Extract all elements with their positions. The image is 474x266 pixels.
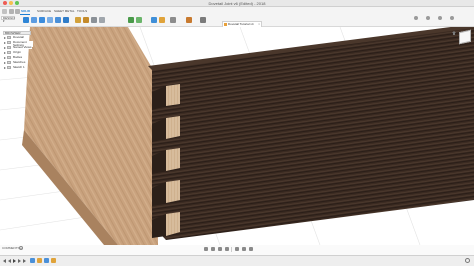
comments-label[interactable]: COMMENTS [2,247,20,250]
previous-step-icon[interactable] [8,259,11,263]
tab-sheet-metal[interactable]: SHEET METAL [54,10,75,13]
nav-divider [231,247,232,252]
timeline-bar [0,255,474,266]
help-icon[interactable] [438,16,442,20]
orbit-icon[interactable] [204,247,208,251]
browser-item-label: Bodies [12,55,24,59]
fit-icon[interactable] [225,247,229,251]
fusion-app-window: Dovetail Joint v6 (Edited) - 2018 DESIGN… [0,0,474,266]
shell-icon[interactable] [91,17,97,23]
pan-icon[interactable] [211,247,215,251]
hole-icon[interactable] [55,17,61,23]
timeline-sketch-feature[interactable] [44,258,49,263]
component-icon [7,36,11,39]
create-sketch-icon[interactable] [31,17,37,23]
data-panel-icon[interactable] [2,9,7,14]
next-step-icon[interactable] [18,259,21,263]
folder-icon [7,46,11,49]
home-view-icon[interactable] [452,31,456,35]
select-icon[interactable] [200,17,206,23]
window-title: Dovetail Joint v6 (Edited) - 2018 [208,1,266,6]
browser-panel: BROWSER Dovetail Document Settings Named… [3,31,33,69]
viewcube[interactable] [459,29,471,45]
construct-axis-icon[interactable] [159,17,165,23]
file-menu-icon[interactable] [9,9,14,14]
document-tab-label: Dovetail Tutorial v4 [228,22,254,26]
expand-arrow-icon[interactable] [4,47,6,49]
title-bar: Dovetail Joint v6 (Edited) - 2018 [0,0,474,7]
play-icon[interactable] [13,259,16,263]
expand-arrow-icon[interactable] [4,57,6,59]
tab-solid[interactable]: SOLID [21,10,30,13]
press-pull-icon[interactable] [75,17,81,23]
expand-arrow-icon[interactable] [4,52,6,54]
browser-item-label: Sketches [12,60,27,64]
offset-plane-icon[interactable] [151,17,157,23]
tab-tools[interactable]: TOOLS [77,10,87,13]
folder-icon [7,56,11,59]
dovetail-joint-render[interactable] [0,27,474,245]
box-icon[interactable] [63,17,69,23]
timeline-extrude-feature[interactable] [37,258,42,263]
notifications-icon[interactable] [426,16,430,20]
add-comment-button[interactable]: + [19,246,23,250]
expand-arrow-icon[interactable] [4,62,6,64]
measure-icon[interactable] [170,17,176,23]
sketch-icon [7,66,11,69]
timeline-sketch-feature[interactable] [30,258,35,263]
expand-arrow-icon[interactable] [4,37,6,39]
viewports-icon[interactable] [249,247,253,251]
joint-icon[interactable] [128,17,134,23]
new-component-icon[interactable] [23,17,29,23]
insert-mesh-icon[interactable] [186,17,192,23]
revolve-icon[interactable] [47,17,53,23]
ribbon-toolbar: DESIGN ▾ SOLID SURFACE SHEET METAL TOOLS… [0,7,474,31]
go-to-end-icon[interactable] [23,259,26,263]
extrude-icon[interactable] [39,17,45,23]
timeline-settings-gear-icon[interactable] [465,258,470,263]
browser-item-label: Named Views [12,45,33,49]
canvas-viewport[interactable] [0,27,474,245]
job-status-icon[interactable] [414,16,418,20]
display-settings-icon[interactable] [235,247,239,251]
browser-item-label: Origin [12,50,23,54]
grid-icon[interactable] [242,247,246,251]
folder-icon [7,41,11,44]
active-tab-indicator [20,14,30,15]
browser-item-label: Sketch 1 [12,65,26,69]
go-to-start-icon[interactable] [3,259,6,263]
workspace-dropdown[interactable]: DESIGN ▾ [1,16,15,23]
expand-arrow-icon[interactable] [4,42,6,44]
document-icon [224,23,227,26]
zoom-icon[interactable] [218,247,222,251]
folder-icon [7,51,11,54]
expand-arrow-icon[interactable] [4,67,6,69]
fillet-icon[interactable] [83,17,89,23]
browser-item[interactable]: Sketch 1 [3,66,33,70]
as-built-joint-icon[interactable] [136,17,142,23]
combine-icon[interactable] [99,17,105,23]
tab-surface[interactable]: SURFACE [37,10,51,13]
browser-item-label: Dovetail [12,35,25,39]
folder-icon [7,61,11,64]
tail-board [152,27,474,240]
user-avatar-icon[interactable] [450,16,454,20]
timeline-extrude-feature[interactable] [51,258,56,263]
